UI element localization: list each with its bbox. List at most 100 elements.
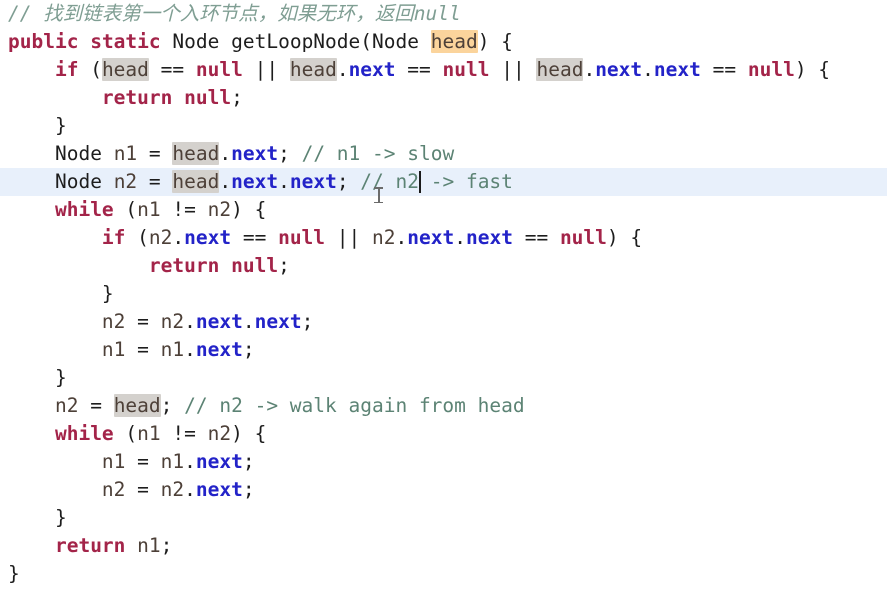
code-token: next bbox=[348, 58, 396, 81]
code-line[interactable]: } bbox=[0, 280, 887, 308]
code-line[interactable]: } bbox=[0, 364, 887, 392]
code-line[interactable]: return null; bbox=[0, 252, 887, 280]
code-token: == bbox=[160, 58, 185, 81]
code-token: while bbox=[54, 422, 114, 445]
code-token: || bbox=[336, 226, 361, 249]
code-token: getLoopNode bbox=[231, 30, 361, 53]
code-token: static bbox=[90, 30, 161, 53]
code-line[interactable]: public static Node getLoopNode(Node head… bbox=[0, 28, 887, 56]
code-line[interactable]: n2 = n2.next; bbox=[0, 476, 887, 504]
code-token: next bbox=[289, 170, 337, 193]
code-token: null bbox=[195, 58, 243, 81]
code-token: 找到链表第一个入环节点，如果无环，返回null bbox=[43, 2, 461, 25]
code-line[interactable]: while (n1 != n2) { bbox=[0, 420, 887, 448]
code-token: head bbox=[172, 170, 220, 193]
code-line[interactable]: n1 = n1.next; bbox=[0, 336, 887, 364]
code-token: != bbox=[172, 422, 196, 445]
code-line[interactable]: Node n1 = head.next; // n1 -> slow bbox=[0, 140, 887, 168]
code-token: ( bbox=[113, 422, 138, 445]
code-token: } bbox=[8, 506, 67, 529]
code-token: ( bbox=[78, 58, 102, 81]
code-token: ; bbox=[242, 338, 255, 361]
code-token: // n2 -> fast bbox=[360, 170, 513, 193]
code-token: . bbox=[336, 58, 349, 81]
code-line[interactable]: if (head == null || head.next == null ||… bbox=[0, 56, 887, 84]
code-token: next bbox=[254, 310, 302, 333]
code-token: next bbox=[465, 226, 513, 249]
code-token: head bbox=[101, 58, 149, 81]
code-line[interactable]: } bbox=[0, 560, 887, 588]
code-token: = bbox=[137, 170, 173, 193]
code-line[interactable]: n1 = n1.next; bbox=[0, 448, 887, 476]
code-token: // n1 -> slow bbox=[301, 142, 455, 165]
code-token: n2 bbox=[148, 226, 173, 249]
code-line[interactable]: // 找到链表第一个入环节点，如果无环，返回null bbox=[0, 0, 887, 28]
code-token: ; bbox=[231, 86, 243, 109]
code-token: next bbox=[184, 226, 232, 249]
code-line[interactable]: while (n1 != n2) { bbox=[0, 196, 887, 224]
code-token: while bbox=[54, 198, 114, 221]
code-token: head bbox=[536, 58, 584, 81]
code-token: ( bbox=[125, 226, 149, 249]
code-token: head bbox=[430, 30, 478, 53]
code-line[interactable]: if (n2.next == null || n2.next.next == n… bbox=[0, 224, 887, 252]
code-token: . bbox=[454, 226, 466, 249]
code-line[interactable]: } bbox=[0, 112, 887, 140]
code-line[interactable]: return n1; bbox=[0, 532, 887, 560]
code-token: n1 bbox=[101, 450, 126, 473]
code-token: next bbox=[231, 170, 279, 193]
code-token: head bbox=[172, 142, 220, 165]
code-token: Node bbox=[172, 30, 220, 53]
code-token: ; bbox=[301, 310, 314, 333]
code-token: n1 bbox=[137, 534, 161, 557]
code-token: next bbox=[407, 226, 455, 249]
code-token: ; bbox=[242, 478, 255, 501]
code-token: n2 bbox=[113, 170, 138, 193]
code-token: = bbox=[125, 450, 161, 473]
code-token: ) { bbox=[231, 198, 267, 221]
code-token: // bbox=[8, 2, 44, 25]
code-token: || bbox=[254, 58, 279, 81]
code-token: if bbox=[101, 226, 126, 249]
code-text-area[interactable]: // 找到链表第一个入环节点，如果无环，返回null public static … bbox=[0, 0, 887, 593]
code-line[interactable]: n2 = head; // n2 -> walk again from head bbox=[0, 392, 887, 420]
code-line[interactable]: return null; bbox=[0, 84, 887, 112]
code-token: n1 bbox=[160, 338, 185, 361]
code-line-current[interactable]: Node n2 = head.next.next; // n2 -> fast bbox=[0, 168, 887, 196]
code-token: n2 bbox=[372, 226, 396, 249]
code-token: . bbox=[184, 338, 196, 361]
code-token: ; bbox=[278, 254, 290, 277]
text-caret bbox=[419, 171, 421, 193]
code-token: next bbox=[195, 310, 243, 333]
code-editor[interactable]: // 找到链表第一个入环节点，如果无环，返回null public static … bbox=[0, 0, 887, 593]
code-token: . bbox=[219, 142, 232, 165]
code-token: ) { bbox=[606, 226, 643, 249]
code-line[interactable]: n2 = n2.next.next; bbox=[0, 308, 887, 336]
code-line[interactable]: } bbox=[0, 504, 887, 532]
code-token: n2 bbox=[207, 422, 232, 445]
code-token: . bbox=[172, 226, 185, 249]
